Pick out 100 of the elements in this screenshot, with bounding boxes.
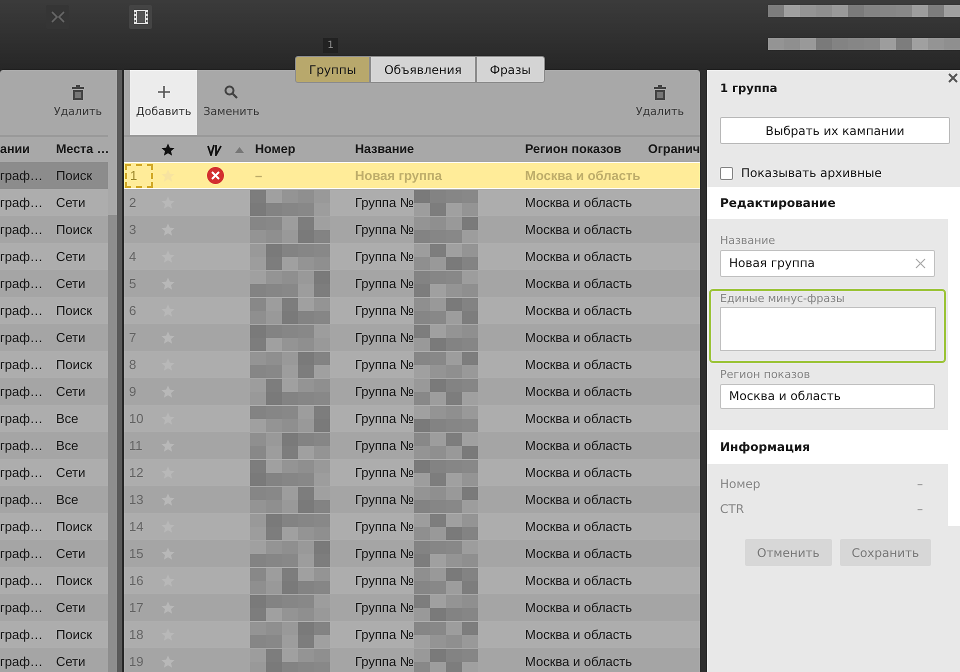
scrollbar-thumb[interactable] [108,215,117,672]
column-header[interactable]: Номер [250,140,355,159]
table-cell-text: Группа № [355,572,414,590]
table-row[interactable]: граф… Поиск [0,297,108,324]
info-value: – [917,500,923,518]
status-icon [207,143,223,156]
column-header[interactable]: Огранич [648,140,700,159]
table-cell-text: Группа № [355,274,414,293]
table-row[interactable]: граф… Поиск [0,621,108,648]
table-row[interactable]: 6 Группа № Москва и область [124,297,700,324]
field-label: Название [720,233,776,249]
delete-button[interactable]: Удалить [630,70,690,135]
table-cell-text: Поиск [56,166,94,185]
tab[interactable]: Фразы [476,56,545,83]
table-cell-text: Москва и область [525,382,634,401]
text-area[interactable] [720,307,936,351]
table-cell-text: Москва и область [525,220,634,239]
table-cell-text: Группа № [355,626,414,644]
table-row[interactable]: 2 Группа № Москва и область [124,189,700,216]
table-cell-text: граф… [0,518,44,536]
table-cell-text: Поиск [56,626,94,644]
trash-icon [70,84,85,100]
table-row[interactable]: граф… Сети [0,189,108,216]
table-cell: – [255,168,262,183]
table-row[interactable]: граф… Поиск [0,162,108,189]
field-label: Регион показов [720,367,812,383]
table-cell-text: Москва и область [525,274,634,293]
add-button[interactable]: Добавить [130,70,198,135]
choose-campaigns-button[interactable]: Выбрать их кампании [720,117,950,144]
table-cell-text: граф… [0,274,44,293]
replace-button[interactable]: Заменить [197,70,266,135]
table-row[interactable]: 18 Группа № Москва и область [124,621,700,648]
table-cell-text: граф… [0,328,44,347]
row-number: 12 [128,464,144,480]
table-cell-text: Все [56,490,80,509]
delete-button[interactable]: Удалить [48,70,108,135]
table-row[interactable]: 12 Группа № Москва и область [124,459,700,486]
row-number: 16 [128,572,144,588]
redacted-mosaic [414,190,478,216]
table-cell-text: граф… [0,382,44,401]
column-header[interactable]: Места … [56,140,108,159]
table-cell-text: Группа № [355,598,414,617]
clear-icon[interactable] [915,258,926,268]
redacted-mosaic [414,244,478,270]
column-header[interactable]: Название [355,140,525,159]
table-cell-text: Группа № [355,518,414,536]
table-cell-text: граф… [0,302,44,320]
row-number: 5 [128,276,136,291]
tab[interactable]: Группы [295,56,370,83]
tab[interactable]: Объявления [370,56,476,83]
table-row[interactable]: граф… Сети [0,459,108,486]
column-header[interactable]: ании [0,140,56,159]
table-row[interactable]: граф… Все [0,405,108,432]
info-label: Номер [720,476,760,492]
table-row[interactable]: граф… Поиск [0,513,108,540]
table-cell-text: Группа № [355,464,414,482]
table-row[interactable]: 16 Группа № Москва и область [124,567,700,594]
row-number: 10 [128,410,144,426]
close-button[interactable] [948,73,960,83]
table-cell-text: Группа № [355,490,414,509]
row-number: 19 [128,654,144,669]
table-cell-text: граф… [0,248,44,266]
table-row[interactable]: 4 Группа № Москва и область [124,243,700,270]
table-row[interactable]: граф… Поиск [0,567,108,594]
redacted-mosaic [414,324,478,350]
table-cell-text: граф… [0,436,44,455]
table-cell-text: Сети [56,194,86,212]
table-row[interactable]: 14 Группа № Москва и область [124,513,700,540]
row-number: 13 [128,492,144,507]
table-cell-text: граф… [0,220,44,239]
table-cell-text: Группа № [355,220,414,239]
table-cell-text: Москва и область [525,464,634,482]
table-cell-text: Москва и область [525,544,634,563]
redacted-mosaic [414,216,478,242]
column-header[interactable]: Регион показов [525,140,648,159]
row-number: 2 [128,194,136,210]
film-icon[interactable] [129,5,152,29]
table-cell-text: Группа № [355,356,414,374]
table-cell-text: Сети [56,598,86,617]
row-number: 6 [128,302,136,318]
input-field[interactable]: Новая группа [720,250,935,276]
table-cell-text: Группа № [355,652,414,671]
row-number: 14 [128,518,144,534]
table-cell-text: граф… [0,626,44,644]
table-cell-text: граф… [0,464,44,482]
row-number: 8 [128,356,136,372]
redacted-mosaic [414,514,478,540]
table-cell-text: Москва и область [525,410,634,428]
input-field[interactable]: Москва и область [720,384,935,408]
table-cell-text: Группа № [355,194,414,212]
table-cell-text: Группа № [355,410,414,428]
table-row[interactable]: 8 Группа № Москва и область [124,351,700,378]
table-row[interactable]: 10 Группа № Москва и область [124,405,700,432]
redacted-mosaic [414,568,478,594]
table-row[interactable]: граф… Поиск [0,351,108,378]
table-cell-text: Москва и область [525,328,634,347]
table-row[interactable]: граф… Сети [0,243,108,270]
row-number: 17 [128,600,144,615]
table-cell-text: Новая группа [355,166,442,185]
checkbox[interactable] [720,166,733,180]
